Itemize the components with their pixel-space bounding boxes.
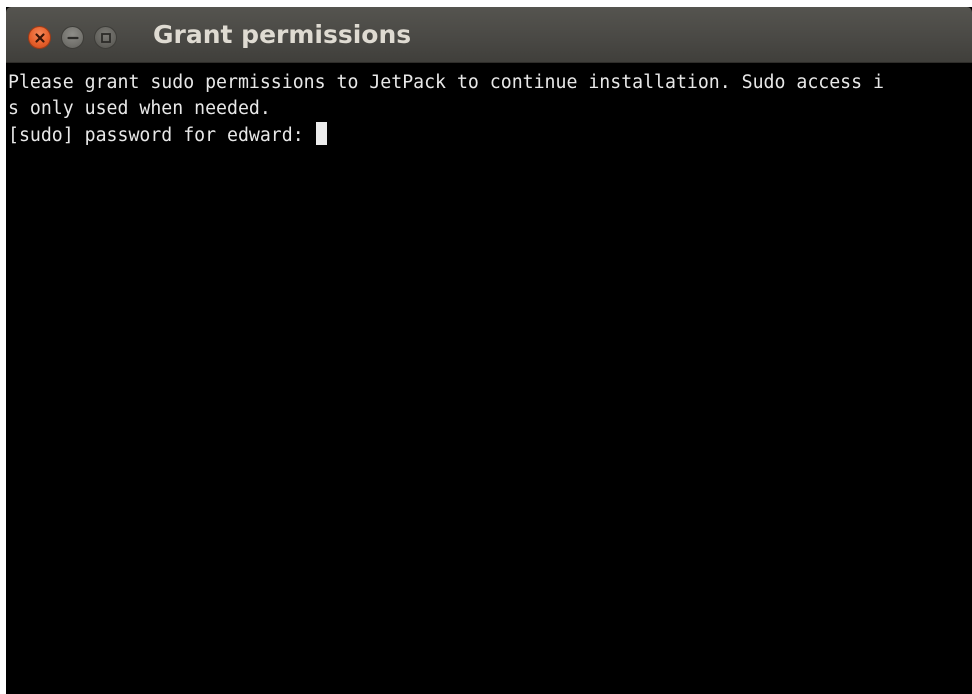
terminal-output[interactable]: Please grant sudo permissions to JetPack… — [6, 64, 972, 694]
terminal-line: Please grant sudo permissions to JetPack… — [8, 72, 884, 93]
maximize-icon — [101, 33, 111, 43]
minimize-button[interactable] — [61, 26, 84, 49]
terminal-window: Grant permissions Please grant sudo perm… — [6, 7, 972, 694]
terminal-prompt-line: [sudo] password for edward: — [8, 122, 972, 148]
maximize-button[interactable] — [94, 26, 117, 49]
block-cursor[interactable] — [315, 122, 327, 145]
close-button[interactable] — [28, 26, 51, 49]
terminal-line: s only used when needed. — [8, 98, 271, 119]
sudo-password-prompt: [sudo] password for edward: — [8, 125, 315, 146]
window-title: Grant permissions — [153, 20, 412, 49]
close-icon — [35, 33, 45, 43]
minimize-icon — [67, 36, 79, 40]
title-bar[interactable]: Grant permissions — [6, 7, 972, 63]
